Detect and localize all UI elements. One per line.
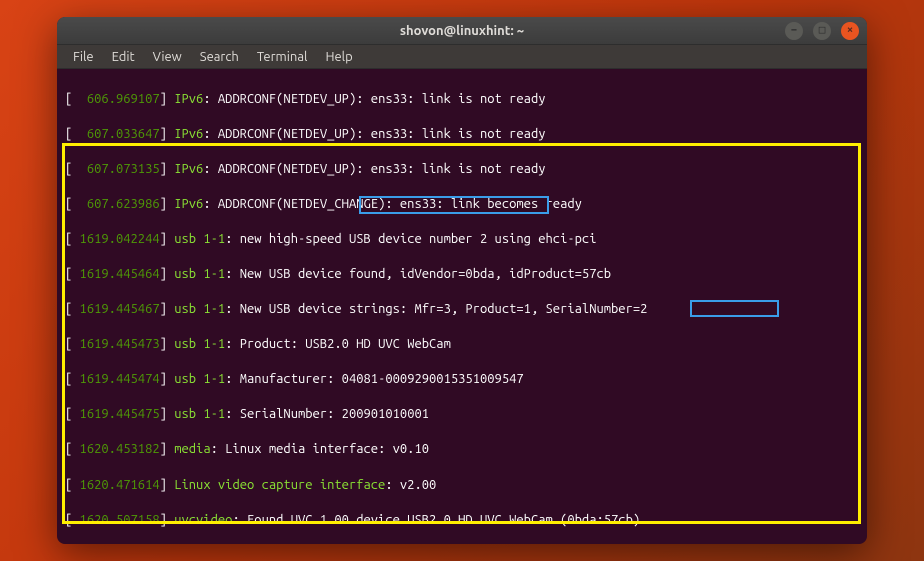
log-line: [ 1619.445475] usb 1-1: SerialNumber: 20… [65, 406, 859, 424]
log-line: [ 1619.445473] usb 1-1: Product: USB2.0 … [65, 336, 859, 354]
log-line: [ 1619.042244] usb 1-1: new high-speed U… [65, 231, 859, 249]
menu-view[interactable]: View [145, 48, 190, 66]
log-line: [ 1620.471614] Linux video capture inter… [65, 477, 859, 495]
log-line: [ 1619.445464] usb 1-1: New USB device f… [65, 266, 859, 284]
window-controls: − □ × [785, 22, 859, 40]
minimize-button[interactable]: − [785, 22, 803, 40]
menu-help[interactable]: Help [317, 48, 360, 66]
close-button[interactable]: × [841, 22, 859, 40]
menu-edit[interactable]: Edit [104, 48, 143, 66]
titlebar[interactable]: shovon@linuxhint: ~ − □ × [57, 17, 867, 45]
log-line: [ 607.073135] IPv6: ADDRCONF(NETDEV_UP):… [65, 161, 859, 179]
terminal-window: shovon@linuxhint: ~ − □ × File Edit View… [57, 17, 867, 544]
log-line: [ 606.969107] IPv6: ADDRCONF(NETDEV_UP):… [65, 91, 859, 109]
menu-terminal[interactable]: Terminal [249, 48, 316, 66]
log-line: [ 607.033647] IPv6: ADDRCONF(NETDEV_UP):… [65, 126, 859, 144]
log-line: [ 1619.445474] usb 1-1: Manufacturer: 04… [65, 371, 859, 389]
menu-search[interactable]: Search [192, 48, 247, 66]
window-title: shovon@linuxhint: ~ [400, 24, 524, 38]
log-line: [ 1620.453182] media: Linux media interf… [65, 441, 859, 459]
menu-file[interactable]: File [65, 48, 102, 66]
menubar: File Edit View Search Terminal Help [57, 45, 867, 69]
terminal-output[interactable]: [ 606.969107] IPv6: ADDRCONF(NETDEV_UP):… [57, 69, 867, 544]
log-line: [ 607.623986] IPv6: ADDRCONF(NETDEV_CHAN… [65, 196, 859, 214]
log-line: [ 1620.507158] uvcvideo: Found UVC 1.00 … [65, 512, 859, 530]
maximize-button[interactable]: □ [813, 22, 831, 40]
log-line: [ 1619.445467] usb 1-1: New USB device s… [65, 301, 859, 319]
